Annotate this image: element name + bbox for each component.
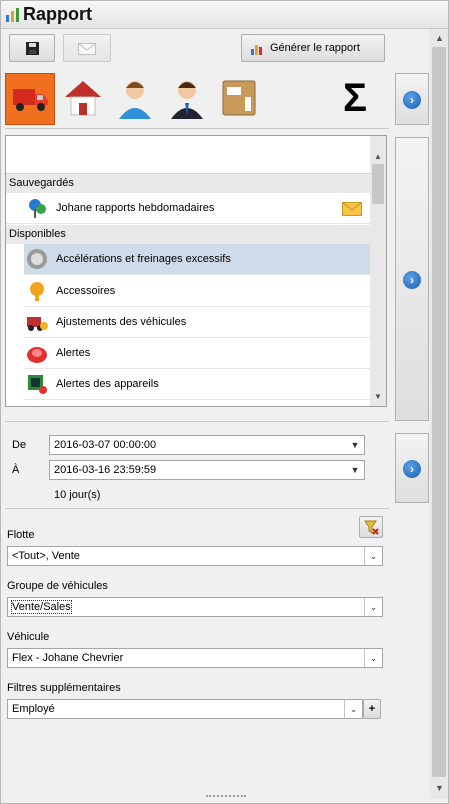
divider: [5, 421, 389, 422]
category-drivers[interactable]: [113, 75, 159, 123]
main-scrollbar[interactable]: ▲ ▼: [430, 29, 448, 799]
chevron-right-icon: ›: [403, 460, 421, 478]
duration-text: 10 jour(s): [54, 489, 101, 501]
package-icon: [222, 80, 256, 116]
device-alert-icon: [28, 375, 47, 394]
list-item-label: Accessoires: [56, 285, 116, 297]
pin-ab-icon: [29, 199, 46, 218]
scroll-down-icon[interactable]: ▼: [435, 783, 444, 793]
sigma-icon: Σ: [342, 76, 367, 120]
vehicle-select[interactable]: Flex - Johane Chevrier ⌄: [7, 648, 383, 668]
nav-button-dates[interactable]: ›: [395, 433, 429, 503]
siren-icon: [27, 347, 47, 363]
floppy-disk-icon: [26, 42, 39, 55]
report-list: Sauvegardés Johane rapports hebdomadaire…: [5, 135, 387, 407]
email-button[interactable]: [63, 34, 111, 62]
category-zones[interactable]: [61, 75, 107, 123]
generate-report-button[interactable]: Générer le rapport: [241, 34, 385, 62]
fleet-label: Flotte: [7, 529, 35, 541]
saved-header: Sauvegardés: [6, 174, 370, 193]
vehicle-group-select[interactable]: Vente/Sales ⌄: [7, 597, 383, 617]
person-icon: [119, 81, 151, 119]
divider: [5, 508, 389, 509]
chevron-down-icon[interactable]: ▼: [346, 461, 364, 479]
window-title: Rapport: [23, 4, 92, 24]
category-users[interactable]: [165, 75, 211, 123]
nav-button-reports[interactable]: ›: [395, 137, 429, 421]
house-icon: [65, 81, 101, 116]
list-item[interactable]: Ajustements des véhicules: [24, 307, 370, 338]
chevron-down-icon[interactable]: ⌄: [364, 598, 382, 616]
envelope-icon[interactable]: [342, 202, 362, 216]
resize-grip[interactable]: [206, 795, 246, 799]
bulb-icon: [30, 282, 44, 301]
category-vehicles[interactable]: [5, 73, 55, 125]
list-item[interactable]: Alertes: [24, 338, 370, 369]
chevron-down-icon[interactable]: ⌄: [364, 547, 382, 565]
fleet-value: <Tout>, Vente: [12, 550, 80, 562]
list-item[interactable]: Johane rapports hebdomadaires: [6, 193, 370, 224]
report-list-thumb[interactable]: [372, 164, 384, 204]
main-scroll-thumb[interactable]: [432, 47, 446, 777]
list-item-label: Ajustements des véhicules: [56, 316, 187, 328]
chevron-right-icon: ›: [403, 91, 421, 109]
report-list-scrollbar[interactable]: ▲ ▼: [370, 136, 386, 406]
vehicle-group-label: Groupe de véhicules: [7, 580, 108, 592]
gauge-icon: [27, 249, 47, 269]
vehicle-label: Véhicule: [7, 631, 50, 643]
generate-report-label: Générer le rapport: [270, 42, 360, 54]
from-date-value: 2016-03-07 00:00:00: [54, 439, 157, 451]
from-date-picker[interactable]: 2016-03-07 00:00:00 ▼: [49, 435, 365, 455]
category-bar: Σ: [5, 73, 389, 127]
vehicle-value: Flex - Johane Chevrier: [12, 652, 124, 664]
list-item[interactable]: Accessoires: [24, 276, 370, 307]
envelope-icon: [78, 43, 96, 55]
list-item-label: Johane rapports hebdomadaires: [56, 202, 215, 214]
to-date-value: 2016-03-16 23:59:59: [54, 464, 157, 476]
chevron-down-icon[interactable]: ⌄: [344, 700, 362, 718]
report-chart-icon: [251, 45, 262, 55]
truck-wrench-icon: [27, 317, 48, 331]
scroll-up-icon[interactable]: ▲: [435, 33, 444, 43]
truck-icon: [13, 89, 48, 111]
fleet-select[interactable]: <Tout>, Vente ⌄: [7, 546, 383, 566]
nav-button-categories[interactable]: ›: [395, 73, 429, 125]
plus-icon: +: [368, 703, 376, 715]
category-totals[interactable]: Σ: [335, 75, 375, 123]
businessman-icon: [171, 81, 203, 119]
report-search-input[interactable]: [6, 136, 370, 174]
list-item-label: Alertes des appareils: [56, 378, 159, 390]
clear-filters-button[interactable]: [359, 516, 383, 538]
chevron-right-icon: ›: [403, 271, 421, 289]
scroll-down-icon[interactable]: ▼: [374, 392, 382, 401]
extra-filters-label: Filtres supplémentaires: [7, 682, 121, 694]
title-bar: Rapport: [1, 1, 448, 29]
bar-chart-icon: [6, 8, 19, 22]
available-header: Disponibles: [6, 225, 370, 244]
add-filter-button[interactable]: +: [363, 699, 381, 719]
extra-filters-value: Employé: [12, 703, 55, 715]
list-item-label: Alertes: [56, 347, 91, 359]
to-date-picker[interactable]: 2016-03-16 23:59:59 ▼: [49, 460, 365, 480]
filter-clear-icon: [364, 520, 379, 535]
list-item[interactable]: Accélérations et freinages excessifs: [24, 244, 370, 275]
chevron-down-icon[interactable]: ⌄: [364, 649, 382, 667]
from-label: De: [12, 439, 27, 451]
chevron-down-icon[interactable]: ▼: [346, 436, 364, 454]
save-button[interactable]: [9, 34, 55, 62]
scroll-up-icon[interactable]: ▲: [374, 152, 382, 161]
list-item-label: Accélérations et freinages excessifs: [56, 253, 231, 265]
divider: [5, 128, 389, 129]
to-label: À: [12, 464, 20, 476]
category-packages[interactable]: [217, 75, 263, 123]
vehicle-group-value: Vente/Sales: [11, 600, 72, 614]
list-item[interactable]: Alertes des appareils: [24, 369, 370, 400]
extra-filters-select[interactable]: Employé ⌄: [7, 699, 363, 719]
